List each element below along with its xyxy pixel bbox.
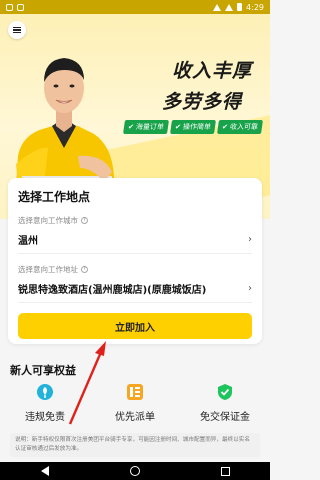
benefit-label: 违规免责 — [25, 412, 65, 423]
hero-tags: ✔ 海量订单 ✔ 操作简单 ✔ 收入可靠 — [123, 120, 263, 134]
work-location-title: 选择工作地点 — [18, 190, 91, 204]
battery-icon — [237, 3, 243, 11]
home-icon[interactable] — [129, 466, 140, 476]
check-shield-icon — [218, 384, 232, 400]
hero-tag: ✔ 海量订单 — [123, 120, 169, 134]
help-icon[interactable]: ? — [81, 266, 88, 273]
chevron-right-icon: › — [248, 283, 252, 294]
benefit-label: 免交保证金 — [200, 412, 250, 423]
address-value: 锐思特逸致酒店(温州鹿城店)(原鹿城饭店) — [18, 285, 207, 296]
shield-leaf-icon — [37, 384, 53, 400]
headline-line-2: 多劳多得 — [161, 91, 242, 113]
city-value: 温州 — [18, 236, 38, 247]
check-icon: ✔ — [174, 123, 182, 131]
city-selector[interactable]: 温州 › — [18, 232, 252, 254]
disclaimer-note: 说明：新手特权仅限首次注册美团平台骑手专享，可能因注册时间、城市配置而异，最终以… — [10, 433, 260, 457]
city-field-label: 选择意向工作城市 ? — [18, 215, 252, 226]
wifi-icon — [213, 3, 222, 11]
headline-line-1: 收入丰厚 — [171, 60, 252, 82]
benefit-item[interactable]: 违规免责 — [5, 383, 85, 423]
hero-tag: ✔ 收入可靠 — [216, 120, 263, 134]
status-left — [6, 3, 24, 11]
status-bar: 4:29 — [0, 0, 270, 14]
hero-tag: ✔ 操作简单 — [169, 120, 216, 134]
recent-apps-icon[interactable] — [220, 466, 230, 476]
chevron-right-icon: › — [248, 234, 252, 245]
signal-icon — [225, 3, 234, 11]
hero-tag-label: 海量订单 — [135, 123, 165, 131]
benefit-item[interactable]: 免交保证金 — [185, 383, 265, 423]
benefit-item[interactable]: 优先派单 — [95, 383, 175, 423]
hero-tag-label: 操作简单 — [182, 123, 212, 131]
benefits-list: 违规免责 优先派单 免交保证金 — [0, 383, 270, 423]
address-selector[interactable]: 锐思特逸致酒店(温州鹿城店)(原鹿城饭店) › — [18, 281, 252, 303]
join-now-button[interactable]: 立即加入 — [18, 313, 252, 339]
settings-status-icon — [17, 3, 24, 11]
status-time: 4:29 — [246, 2, 264, 12]
priority-list-icon — [127, 384, 143, 400]
benefits-title: 新人可享权益 — [10, 364, 76, 377]
notification-icon — [6, 3, 13, 11]
status-right: 4:29 — [213, 3, 264, 12]
menu-icon — [13, 27, 21, 33]
back-icon[interactable] — [40, 466, 49, 476]
city-label-text: 选择意向工作城市 — [18, 216, 78, 225]
address-field-label: 选择意向工作地址 ? — [18, 264, 252, 275]
system-nav-bar — [0, 462, 270, 480]
help-icon[interactable]: ? — [81, 217, 88, 224]
check-icon: ✔ — [221, 123, 229, 131]
address-label-text: 选择意向工作地址 — [18, 265, 78, 274]
work-location-card: 选择工作地点 选择意向工作城市 ? 温州 › 选择意向工作地址 ? 锐思特逸致酒… — [8, 178, 262, 344]
hero-headline: 收入丰厚 多劳多得 — [162, 56, 252, 114]
benefit-label: 优先派单 — [115, 412, 155, 423]
hero-tag-label: 收入可靠 — [229, 123, 259, 131]
check-icon: ✔ — [127, 123, 135, 131]
